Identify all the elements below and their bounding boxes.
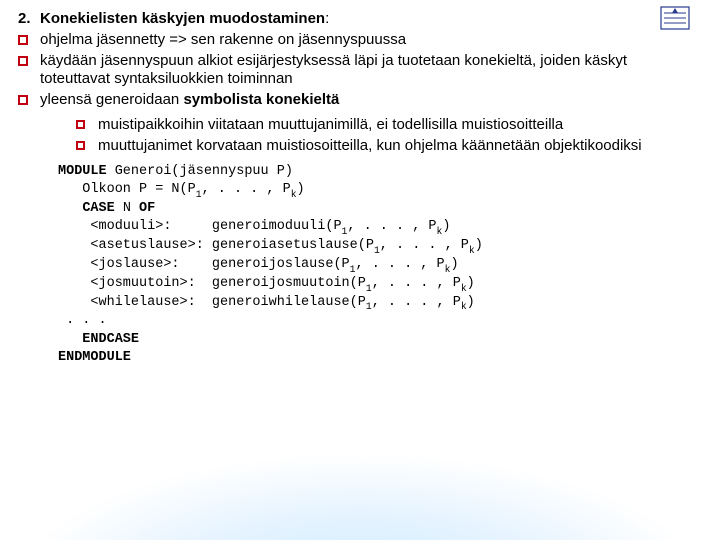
bullet-icon [18, 52, 40, 66]
bullet-icon [18, 91, 40, 105]
code-line: CASE N OF [58, 201, 155, 216]
bullet-icon [76, 116, 98, 129]
sub-list: muistipaikkoihin viitataan muuttujanimil… [76, 116, 696, 156]
code-line: ENDMODULE [58, 350, 131, 365]
code-line: <joslause>: generoijoslause(P1, . . . , … [58, 257, 459, 272]
item-text: käydään jäsennyspuun alkiot esijärjestyk… [40, 52, 696, 90]
code-line: <moduuli>: generoimoduuli(P1, . . . , Pk… [58, 219, 450, 234]
item-text-plain: yleensä generoidaan [40, 91, 183, 108]
item-text-bold: symbolista konekieltä [183, 91, 339, 108]
list-item: ohjelma jäsennetty => sen rakenne on jäs… [18, 31, 696, 50]
bullet-icon [76, 137, 98, 150]
item-text: ohjelma jäsennetty => sen rakenne on jäs… [40, 31, 696, 50]
item-title: Konekielisten käskyjen muodostaminen: [40, 10, 696, 29]
code-block: MODULE Generoi(jäsennyspuu P) Olkoon P =… [58, 163, 696, 367]
list-item: yleensä generoidaan symbolista konekielt… [18, 91, 696, 110]
code-line: . . . [58, 313, 107, 328]
item-number: 2. [18, 10, 40, 27]
item-text: muistipaikkoihin viitataan muuttujanimil… [98, 116, 696, 135]
title-text: Konekielisten käskyjen muodostaminen [40, 10, 325, 27]
item-text: yleensä generoidaan symbolista konekielt… [40, 91, 696, 110]
code-line: MODULE Generoi(jäsennyspuu P) [58, 164, 293, 179]
code-line: <whilelause>: generoiwhilelause(P1, . . … [58, 295, 475, 310]
code-line: ENDCASE [58, 332, 139, 347]
bullet-icon [18, 31, 40, 45]
list-item-numbered: 2. Konekielisten käskyjen muodostaminen: [18, 10, 696, 29]
item-text: muuttujanimet korvataan muistiosoitteill… [98, 137, 696, 156]
institution-logo [660, 6, 690, 30]
code-line: Olkoon P = N(P1, . . . , Pk) [58, 182, 305, 197]
code-line: <josmuutoin>: generoijosmuutoin(P1, . . … [58, 276, 475, 291]
slide: 2. Konekielisten käskyjen muodostaminen:… [0, 0, 720, 377]
list-item: käydään jäsennyspuun alkiot esijärjestyk… [18, 52, 696, 90]
list-item: muuttujanimet korvataan muistiosoitteill… [76, 137, 696, 156]
title-colon: : [325, 10, 329, 27]
list-item: muistipaikkoihin viitataan muuttujanimil… [76, 116, 696, 135]
code-line: <asetuslause>: generoiasetuslause(P1, . … [58, 238, 483, 253]
